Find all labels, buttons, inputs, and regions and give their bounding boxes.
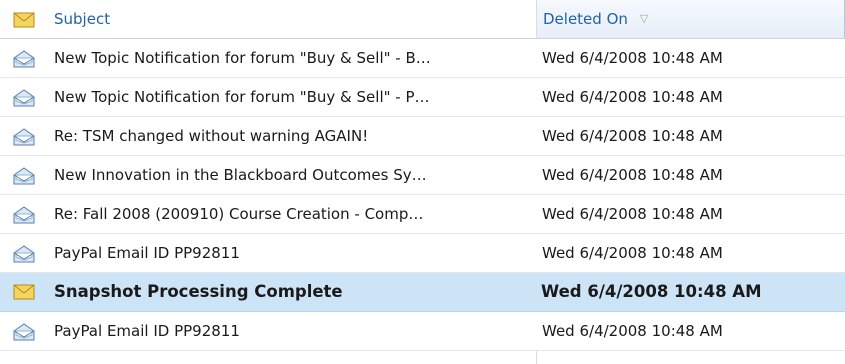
message-row[interactable]: Re: Fall 2008 (200910) Course Creation -… xyxy=(0,195,845,234)
message-row[interactable]: PayPal Email ID PP92811 Wed 6/4/2008 10:… xyxy=(0,312,845,351)
message-deleted-on: Wed 6/4/2008 10:48 AM xyxy=(541,282,762,301)
message-subject: Re: TSM changed without warning AGAIN! xyxy=(54,127,369,145)
opened-envelope-icon xyxy=(13,50,35,72)
message-list: New Topic Notification for forum "Buy & … xyxy=(0,39,845,351)
message-row[interactable]: Re: TSM changed without warning AGAIN! W… xyxy=(0,117,845,156)
message-deleted-on: Wed 6/4/2008 10:48 AM xyxy=(542,166,723,184)
opened-envelope-icon xyxy=(13,245,35,267)
opened-envelope-icon xyxy=(13,206,35,228)
message-deleted-on: Wed 6/4/2008 10:48 AM xyxy=(542,127,723,145)
message-deleted-on: Wed 6/4/2008 10:48 AM xyxy=(542,322,723,340)
deleted-items-grid: Subject Deleted On ▽ New Topic Notificati… xyxy=(0,0,845,364)
opened-envelope-icon xyxy=(13,128,35,150)
message-deleted-on: Wed 6/4/2008 10:48 AM xyxy=(542,88,723,106)
message-deleted-on: Wed 6/4/2008 10:48 AM xyxy=(542,244,723,262)
message-deleted-on: Wed 6/4/2008 10:48 AM xyxy=(542,205,723,223)
envelope-icon[interactable] xyxy=(13,12,35,32)
sort-descending-icon: ▽ xyxy=(639,12,649,25)
column-header-row: Subject Deleted On ▽ xyxy=(0,0,845,39)
message-row[interactable]: PayPal Email ID PP92811 Wed 6/4/2008 10:… xyxy=(0,234,845,273)
message-subject: PayPal Email ID PP92811 xyxy=(54,244,240,262)
message-subject: New Topic Notification for forum "Buy & … xyxy=(54,49,431,67)
message-subject: PayPal Email ID PP92811 xyxy=(54,322,240,340)
message-subject: New Topic Notification for forum "Buy & … xyxy=(54,88,430,106)
unread-envelope-icon xyxy=(13,284,35,304)
message-subject: Snapshot Processing Complete xyxy=(54,282,343,301)
deleted-on-label: Deleted On xyxy=(543,10,628,28)
message-row[interactable]: New Topic Notification for forum "Buy & … xyxy=(0,39,845,78)
message-subject: Re: Fall 2008 (200910) Course Creation -… xyxy=(54,205,424,223)
deleted-on-column-header[interactable]: Deleted On ▽ xyxy=(536,0,845,38)
message-deleted-on: Wed 6/4/2008 10:48 AM xyxy=(542,49,723,67)
message-subject: New Innovation in the Blackboard Outcome… xyxy=(54,166,427,184)
opened-envelope-icon xyxy=(13,89,35,111)
opened-envelope-icon xyxy=(13,323,35,345)
message-row-selected[interactable]: Snapshot Processing Complete Wed 6/4/200… xyxy=(0,273,845,312)
opened-envelope-icon xyxy=(13,167,35,189)
message-row[interactable]: New Innovation in the Blackboard Outcome… xyxy=(0,156,845,195)
message-row[interactable]: New Topic Notification for forum "Buy & … xyxy=(0,78,845,117)
subject-column-header[interactable]: Subject xyxy=(54,0,110,38)
